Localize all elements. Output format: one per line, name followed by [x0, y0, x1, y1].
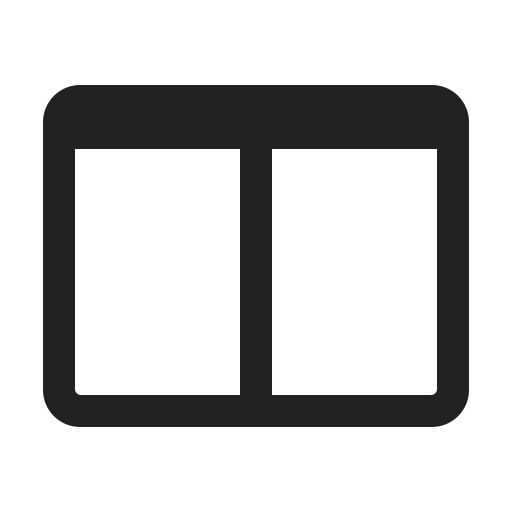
icon-canvas — [0, 0, 512, 512]
window-frame — [43, 85, 469, 427]
split-window-icon — [43, 85, 469, 427]
